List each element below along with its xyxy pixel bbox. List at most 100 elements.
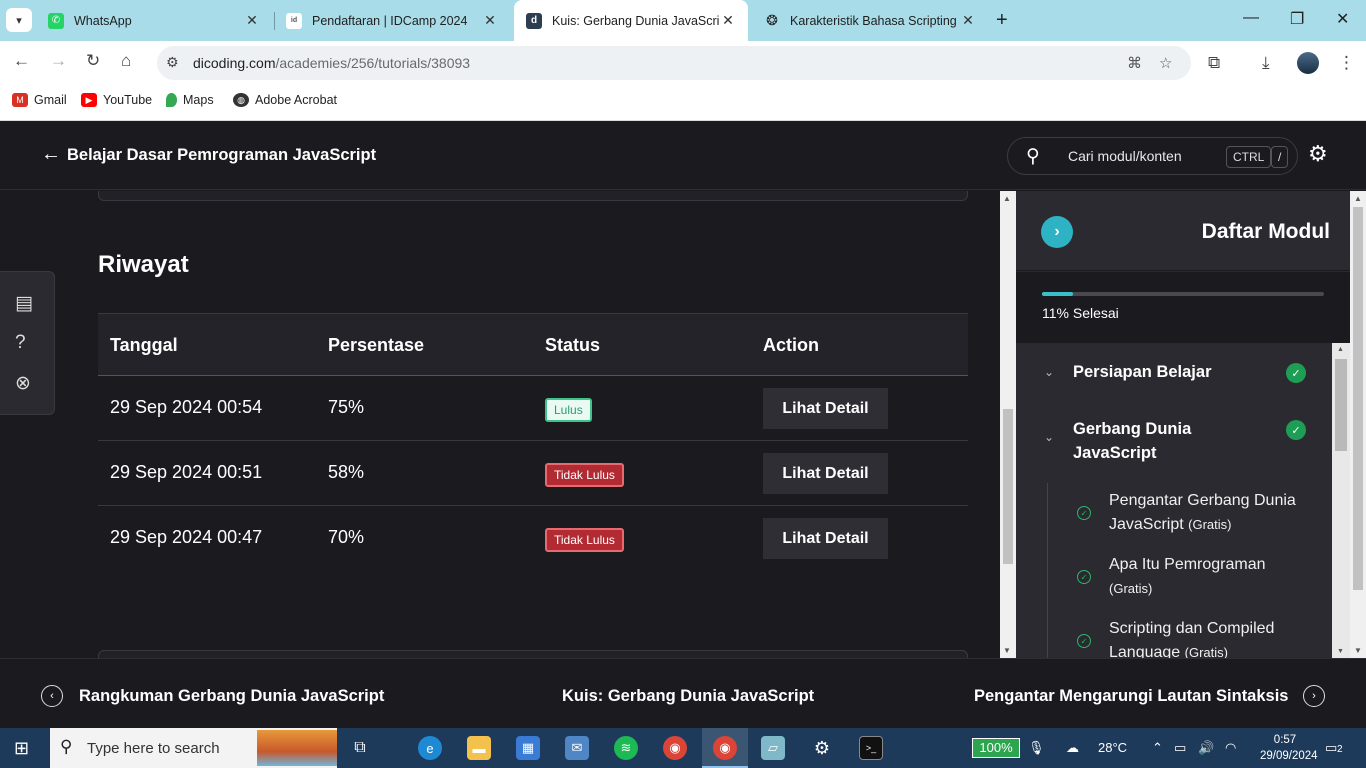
submodule-item[interactable]: Scripting dan Compiled Language (Gratis) <box>1109 617 1319 658</box>
home-icon[interactable]: ⌂ <box>121 51 131 71</box>
next-lesson-link[interactable]: Pengantar Mengarungi Lautan Sintaksis <box>974 687 1288 706</box>
collapse-sidebar-icon[interactable]: › <box>1041 216 1073 248</box>
content-scrollbar[interactable]: ▲ ▼ <box>1000 191 1016 658</box>
left-tool-rail: ▤ ? ⊗ <box>0 271 55 415</box>
back-icon[interactable]: ← <box>13 51 30 71</box>
address-bar[interactable]: ⚙ dicoding.com/academies/256/tutorials/3… <box>157 46 1191 80</box>
bookmark-gmail[interactable]: M Gmail <box>12 93 67 107</box>
close-window-icon[interactable]: ✕ <box>1336 9 1349 29</box>
extensions-icon[interactable]: ⧉ <box>1208 53 1220 73</box>
forward-icon[interactable]: → <box>50 51 67 71</box>
close-tab-icon[interactable]: ✕ <box>960 12 976 29</box>
prev-arrow-icon[interactable]: ‹ <box>41 685 63 707</box>
battery-indicator[interactable]: 100% <box>972 738 1020 758</box>
tab-idcamp[interactable]: id Pendaftaran | IDCamp 2024 ✕ <box>274 0 510 41</box>
bookmark-star-icon[interactable]: ☆ <box>1159 54 1172 72</box>
close-tab-icon[interactable]: ✕ <box>482 12 498 29</box>
minimize-icon[interactable]: — <box>1243 9 1259 27</box>
sidebar-title: Daftar Modul <box>1201 220 1330 243</box>
scroll-thumb[interactable] <box>1003 409 1013 564</box>
menu-icon[interactable]: ⋮ <box>1338 53 1355 73</box>
whatsapp-icon: ✆ <box>48 12 64 29</box>
scroll-thumb[interactable] <box>1335 359 1347 451</box>
circle-check-icon: ✓ <box>1077 570 1091 584</box>
bookmark-youtube[interactable]: ▶ YouTube <box>81 93 152 107</box>
sidebar-scrollbar[interactable]: ▲ ▼ <box>1332 343 1350 658</box>
terminal-icon[interactable]: >_ <box>859 736 883 760</box>
next-card-edge <box>98 650 968 658</box>
next-arrow-icon[interactable]: › <box>1303 685 1325 707</box>
view-detail-button[interactable]: Lihat Detail <box>763 453 888 494</box>
back-arrow-icon[interactable]: ← <box>41 143 61 166</box>
spotify-icon[interactable]: ≋ <box>614 736 638 760</box>
scroll-up-icon[interactable]: ▲ <box>1354 194 1362 203</box>
check-icon: ✓ <box>1286 363 1306 383</box>
taskbar-search[interactable]: ⚲ Type here to search <box>50 728 337 768</box>
search-icon: ⚲ <box>60 737 73 756</box>
reload-icon[interactable]: ↻ <box>86 51 100 71</box>
bookmark-maps[interactable]: Maps <box>166 93 214 107</box>
tab-karakteristik[interactable]: ❂ Karakteristik Bahasa Scripting ✕ <box>752 0 988 41</box>
download-icon[interactable]: ⤓ <box>1262 53 1270 73</box>
chrome-icon[interactable]: ◉ <box>663 736 687 760</box>
help-icon[interactable]: ? <box>15 332 26 354</box>
weather-icon[interactable]: ☁ <box>1066 740 1079 756</box>
module-item[interactable]: ⌄ Gerbang Dunia JavaScript ✓ <box>1016 400 1332 480</box>
url-text[interactable]: dicoding.com/academies/256/tutorials/380… <box>193 55 470 71</box>
search-placeholder: Cari modul/konten <box>1068 148 1182 164</box>
file-explorer-icon[interactable]: ▬ <box>467 736 491 760</box>
chevron-up-icon[interactable]: ⌃ <box>1152 740 1163 756</box>
close-tab-icon[interactable]: ✕ <box>720 12 736 29</box>
site-info-icon[interactable]: ⚙ <box>166 54 179 71</box>
tab-whatsapp[interactable]: ✆ WhatsApp ✕ <box>36 0 272 41</box>
scroll-down-icon[interactable]: ▼ <box>1337 648 1344 655</box>
scroll-up-icon[interactable]: ▲ <box>1337 346 1344 353</box>
volume-icon[interactable]: 🔊 <box>1198 740 1214 756</box>
scroll-up-icon[interactable]: ▲ <box>1003 194 1011 203</box>
submodule-item[interactable]: Apa Itu Pemrograman (Gratis) <box>1109 553 1319 601</box>
mail-icon[interactable]: ✉ <box>565 736 589 760</box>
view-detail-button[interactable]: Lihat Detail <box>763 388 888 429</box>
scroll-thumb[interactable] <box>1353 207 1363 590</box>
discussion-icon[interactable]: ▤ <box>15 292 33 315</box>
view-detail-button[interactable]: Lihat Detail <box>763 518 888 559</box>
row-percent: 70% <box>328 527 365 547</box>
settings-icon[interactable]: ⚙ <box>810 736 834 760</box>
scroll-down-icon[interactable]: ▼ <box>1354 646 1362 655</box>
page-scrollbar[interactable]: ▲ ▼ <box>1350 191 1366 658</box>
chrome-active-icon[interactable]: ◉ <box>713 736 737 760</box>
scroll-down-icon[interactable]: ▼ <box>1003 646 1011 655</box>
new-tab-icon[interactable]: + <box>996 9 1008 32</box>
weather-temp[interactable]: 28°C <box>1098 740 1127 755</box>
lifebuoy-icon[interactable]: ⊗ <box>15 372 31 395</box>
chevron-down-icon: ⌄ <box>1044 365 1055 379</box>
bookmark-adobe[interactable]: ◍ Adobe Acrobat <box>233 93 337 107</box>
network-device-icon[interactable]: ▭ <box>1174 740 1186 756</box>
restore-icon[interactable]: ❐ <box>1290 9 1304 29</box>
module-search[interactable]: ⚲ Cari modul/konten CTRL / <box>1007 137 1298 175</box>
edge-icon[interactable]: e <box>418 736 442 760</box>
submodule-item[interactable]: Pengantar Gerbang Dunia JavaScript (Grat… <box>1109 489 1319 537</box>
module-list: ⌄ Persiapan Belajar ✓ ⌄ Gerbang Dunia Ja… <box>1016 343 1332 658</box>
task-view-icon[interactable]: ⧉ <box>348 736 372 760</box>
course-title[interactable]: Belajar Dasar Pemrograman JavaScript <box>67 146 376 165</box>
notification-icon[interactable]: ▭ <box>1325 740 1337 756</box>
clock[interactable]: 0:57 29/09/2024 <box>1260 732 1318 764</box>
store-icon[interactable]: ▦ <box>516 736 540 760</box>
module-name: Persiapan Belajar <box>1073 363 1212 381</box>
mic-icon[interactable]: 🎙 <box>1028 740 1045 756</box>
windows-start-icon[interactable]: ⊞ <box>14 738 29 759</box>
settings-gear-icon[interactable]: ⚙ <box>1308 141 1328 167</box>
tab-kuis[interactable]: d Kuis: Gerbang Dunia JavaScript ✕ <box>514 0 748 41</box>
wifi-icon[interactable]: ◠ <box>1225 740 1236 756</box>
maps-icon <box>166 93 177 107</box>
close-tab-icon[interactable]: ✕ <box>244 12 260 29</box>
translate-icon[interactable]: ⌘ <box>1127 54 1142 72</box>
module-item[interactable]: ⌄ Persiapan Belajar ✓ <box>1016 343 1332 400</box>
profile-avatar[interactable] <box>1297 52 1319 74</box>
tab-strip: ▾ ✆ WhatsApp ✕ id Pendaftaran | IDCamp 2… <box>0 0 1366 41</box>
tab-search-button[interactable]: ▾ <box>6 8 32 32</box>
notepad-icon[interactable]: ▱ <box>761 736 785 760</box>
col-percent: Persentase <box>328 335 425 355</box>
prev-lesson-link[interactable]: Rangkuman Gerbang Dunia JavaScript <box>79 687 384 706</box>
